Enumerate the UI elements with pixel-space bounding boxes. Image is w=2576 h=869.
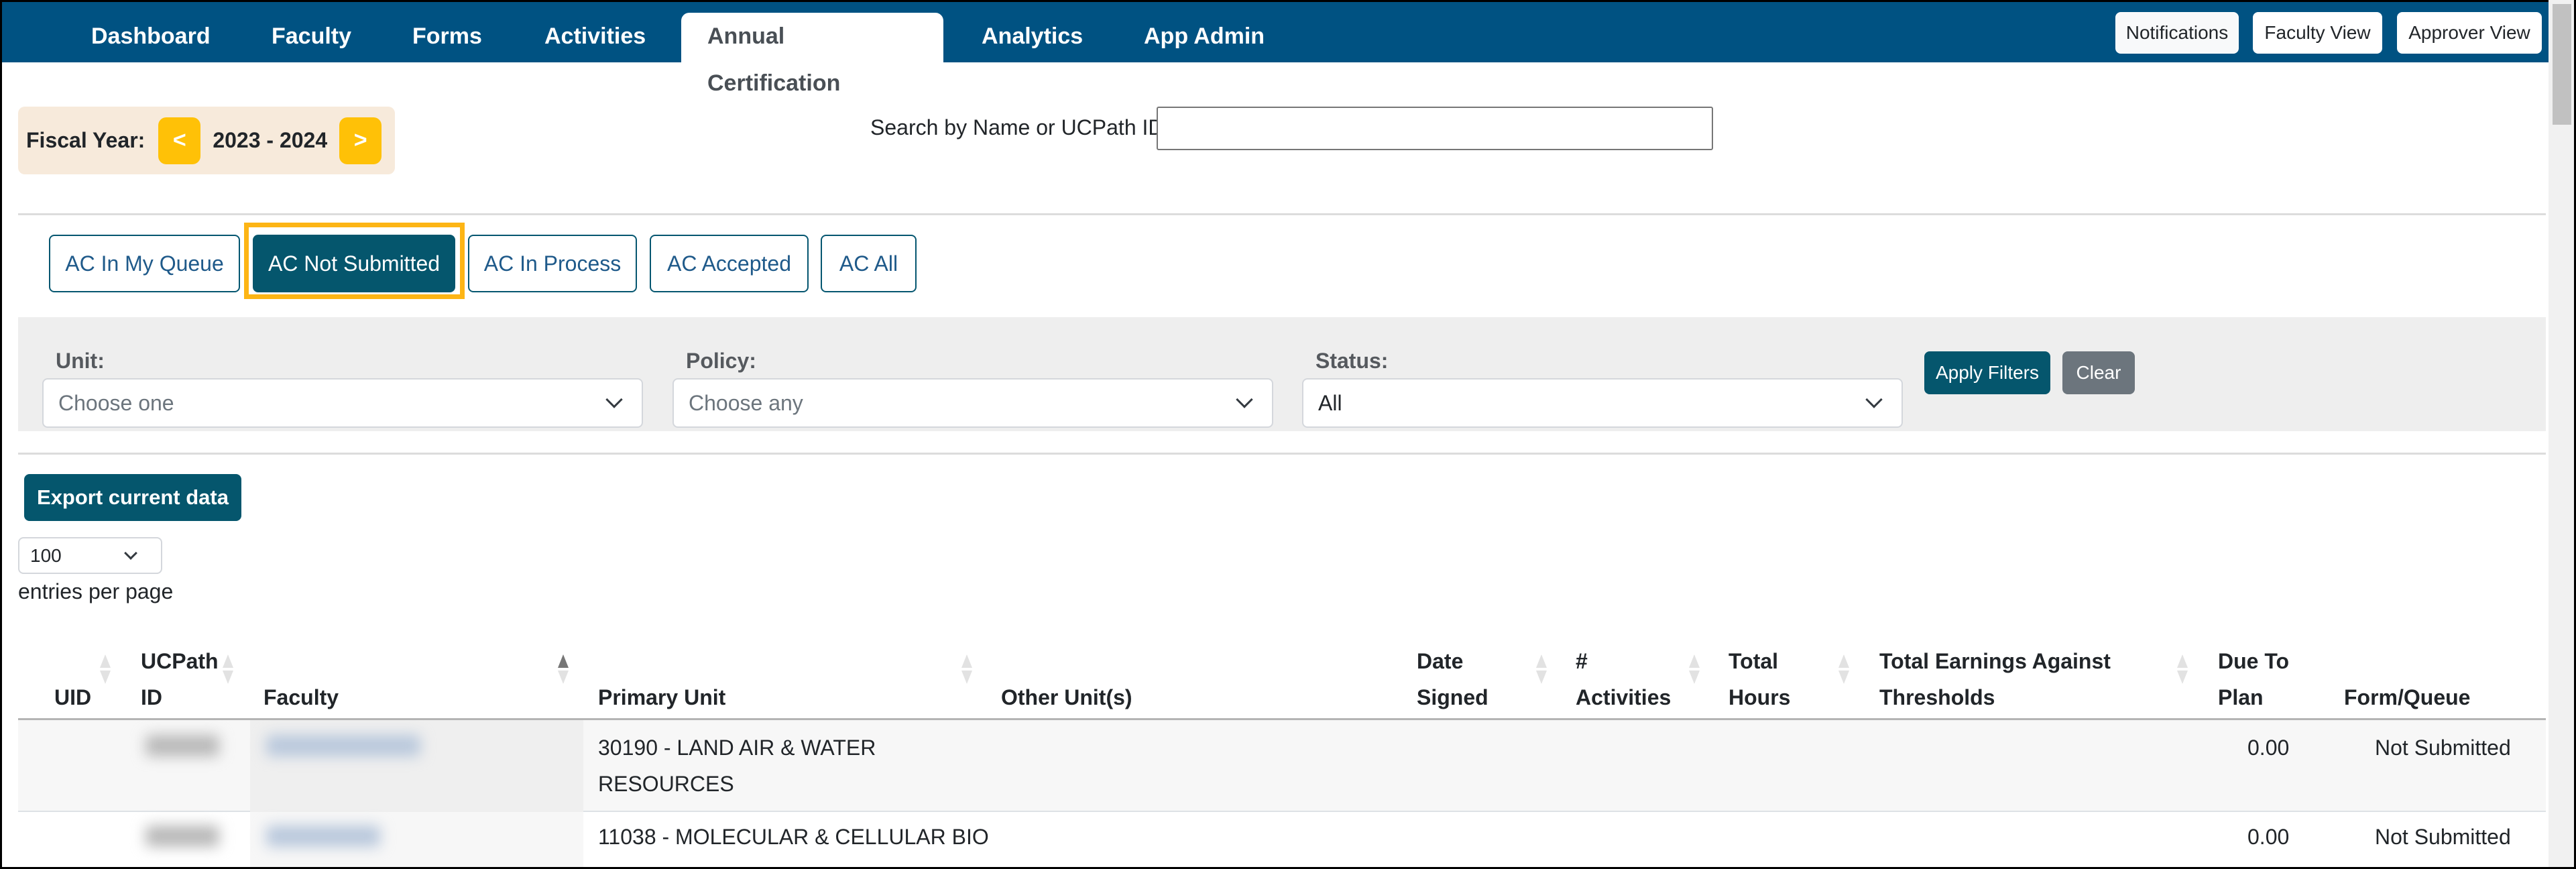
sort-icon[interactable] bbox=[100, 654, 111, 684]
nav-analytics[interactable]: Analytics bbox=[955, 13, 1109, 64]
sort-icon[interactable] bbox=[961, 654, 972, 684]
sort-icon[interactable] bbox=[2177, 654, 2188, 684]
column-header-faculty[interactable]: Faculty bbox=[264, 632, 339, 718]
chevron-down-icon bbox=[1236, 391, 1253, 408]
scrollbar-thumb[interactable] bbox=[2553, 4, 2571, 125]
chevron-left-icon: < bbox=[172, 127, 186, 153]
sort-icon[interactable] bbox=[223, 654, 233, 684]
notifications-button[interactable]: Notifications bbox=[2115, 12, 2239, 54]
top-nav: Dashboard Faculty Forms Activities Annua… bbox=[2, 0, 2574, 96]
tab-ac-in-my-queue[interactable]: AC In My Queue bbox=[49, 235, 240, 292]
nav-annual-certification[interactable]: Annual Certification bbox=[681, 13, 943, 96]
primary-unit: 30190 - LAND AIR & WATER RESOURCES bbox=[598, 736, 876, 796]
unit-label: Unit: bbox=[56, 349, 105, 373]
unit-select-value: Choose one bbox=[58, 390, 174, 415]
nav-dashboard[interactable]: Dashboard bbox=[65, 13, 237, 64]
chevron-down-icon bbox=[1865, 391, 1883, 408]
entries-per-page-select[interactable]: 100 bbox=[18, 537, 162, 574]
column-header-primary-unit[interactable]: Primary Unit bbox=[598, 632, 725, 718]
fiscal-year-selector: Fiscal Year: < 2023 - 2024 > bbox=[18, 107, 395, 174]
sort-ascending-icon[interactable] bbox=[558, 654, 569, 684]
prev-year-button[interactable]: < bbox=[158, 117, 201, 164]
column-header-total-hours[interactable]: Total Hours bbox=[1729, 632, 1790, 718]
sort-icon[interactable] bbox=[1689, 654, 1700, 684]
status-select-value: All bbox=[1318, 390, 1342, 415]
due-to-plan: 0.00 bbox=[2247, 825, 2290, 849]
column-header-uid[interactable]: UID bbox=[54, 632, 91, 718]
due-to-plan: 0.00 bbox=[2247, 736, 2290, 760]
tab-ac-in-process[interactable]: AC In Process bbox=[468, 235, 637, 292]
tab-ac-not-submitted[interactable]: AC Not Submitted bbox=[253, 235, 455, 292]
column-header-other-units: Other Unit(s) bbox=[1001, 685, 1132, 709]
faculty-name-link-redacted[interactable] bbox=[266, 735, 420, 756]
sort-icon[interactable] bbox=[1536, 654, 1547, 684]
nav-app-admin[interactable]: App Admin bbox=[1118, 13, 1291, 64]
column-header-date-signed[interactable]: Date Signed bbox=[1417, 632, 1488, 718]
chevron-right-icon: > bbox=[353, 127, 367, 153]
primary-unit: 11038 - MOLECULAR & CELLULAR BIO bbox=[598, 825, 989, 849]
form-queue-status: Not Submitted bbox=[2375, 825, 2511, 849]
table-row: 30190 - LAND AIR & WATER RESOURCES 0.00 … bbox=[18, 720, 2546, 812]
divider bbox=[18, 453, 2546, 455]
column-header-ucpath-id[interactable]: UCPath ID bbox=[141, 632, 219, 718]
status-label: Status: bbox=[1315, 349, 1389, 373]
entries-per-page-value: 100 bbox=[30, 544, 62, 566]
form-queue-status: Not Submitted bbox=[2375, 736, 2511, 760]
column-header-total-earnings[interactable]: Total Earnings Against Thresholds bbox=[1879, 632, 2111, 718]
export-current-data-button[interactable]: Export current data bbox=[24, 474, 241, 521]
apply-filters-button[interactable]: Apply Filters bbox=[1924, 351, 2050, 394]
clear-filters-button[interactable]: Clear bbox=[2062, 351, 2135, 394]
ucpath-id-redacted bbox=[145, 735, 219, 756]
column-header-due-to-plan: Due To Plan bbox=[2218, 649, 2290, 709]
faculty-name-link-redacted[interactable] bbox=[266, 825, 380, 847]
chevron-down-icon bbox=[124, 546, 137, 560]
ucpath-id-redacted bbox=[145, 825, 219, 847]
column-header-form-queue: Form/Queue bbox=[2344, 685, 2471, 709]
faculty-view-button[interactable]: Faculty View bbox=[2253, 12, 2382, 54]
page-scrollbar[interactable] bbox=[2549, 0, 2574, 867]
entries-per-page-label: entries per page bbox=[18, 579, 174, 603]
unit-select[interactable]: Choose one bbox=[42, 378, 643, 428]
tab-ac-accepted[interactable]: AC Accepted bbox=[650, 235, 809, 292]
search-label: Search by Name or UCPath ID: bbox=[870, 115, 1170, 139]
status-select[interactable]: All bbox=[1302, 378, 1903, 428]
fiscal-year-label: Fiscal Year: bbox=[26, 128, 145, 152]
column-header-activities[interactable]: # Activities bbox=[1576, 632, 1671, 718]
sort-icon[interactable] bbox=[1838, 654, 1849, 684]
table-row: 11038 - MOLECULAR & CELLULAR BIO 0.00 No… bbox=[18, 812, 2546, 867]
divider bbox=[18, 213, 2546, 215]
sorted-column-shade bbox=[250, 720, 583, 812]
approver-view-button[interactable]: Approver View bbox=[2397, 12, 2542, 54]
tab-ac-all[interactable]: AC All bbox=[821, 235, 917, 292]
policy-select-value: Choose any bbox=[689, 390, 803, 415]
policy-label: Policy: bbox=[686, 349, 756, 373]
search-input[interactable] bbox=[1157, 107, 1713, 150]
policy-select[interactable]: Choose any bbox=[672, 378, 1273, 428]
nav-forms[interactable]: Forms bbox=[386, 13, 508, 64]
fiscal-year-value: 2023 - 2024 bbox=[213, 128, 328, 152]
nav-faculty[interactable]: Faculty bbox=[245, 13, 377, 64]
nav-activities[interactable]: Activities bbox=[518, 13, 672, 64]
next-year-button[interactable]: > bbox=[339, 117, 382, 164]
chevron-down-icon bbox=[605, 391, 623, 408]
page: Dashboard Faculty Forms Activities Annua… bbox=[0, 0, 2576, 869]
